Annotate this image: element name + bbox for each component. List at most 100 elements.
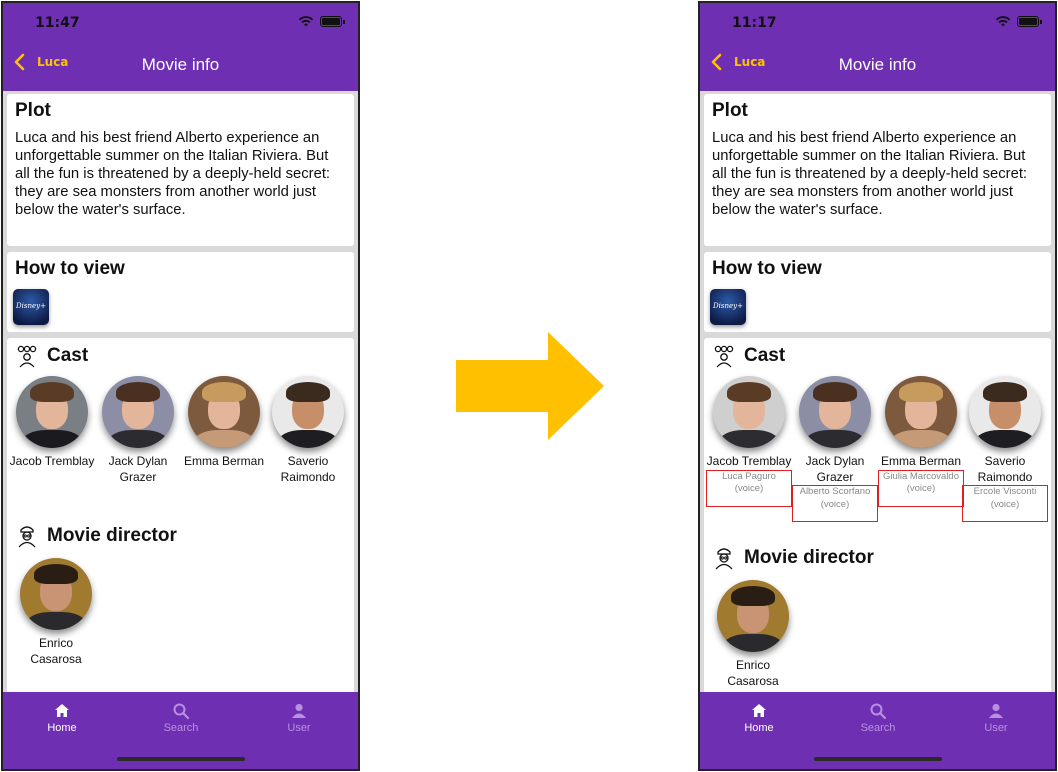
cast-role: Alberto Scorfano (voice) [792,485,878,522]
search-icon [173,703,190,720]
director-header: Movie director [15,524,177,548]
tab-home-label: Home [744,722,774,734]
cast-heading: Cast [744,345,786,366]
search-icon [870,703,887,720]
avatar [188,376,260,448]
cast-heading: Cast [47,345,89,366]
status-time: 11:47 [35,15,80,31]
plot-card: Plot Luca and his best friend Alberto ex… [704,94,1051,246]
tab-search[interactable]: Search [838,702,918,734]
cast-name: Jacob Tremblay [9,454,95,468]
avatar [969,376,1041,448]
how-to-view-heading: How to view [712,258,822,279]
plot-heading: Plot [15,100,51,121]
disney-plus-logo[interactable]: Disney+ [710,289,746,325]
cast-member[interactable]: Saverio Raimondo Ercole Visconti (voice) [962,376,1048,522]
cast-member[interactable]: Jack Dylan Grazer [95,376,181,485]
cast-member[interactable]: Jack Dylan Grazer Alberto Scorfano (voic… [792,376,878,522]
disney-plus-label: Disney+ [713,302,743,310]
cast-member[interactable]: Jacob Tremblay Luca Paguro (voice) [706,376,792,507]
plot-text: Luca and his best friend Alberto experie… [15,130,331,218]
header-bar: 11:47 Luca Movie info [3,3,358,91]
director-member[interactable]: Enrico Casarosa [710,580,796,689]
plot-heading: Plot [712,100,748,121]
director-name: Enrico Casarosa [727,658,779,688]
people-icon [17,345,37,368]
wifi-icon [298,16,314,27]
tab-user-label: User [984,722,1008,734]
tab-bar: Home Search User [3,692,358,769]
plot-text: Luca and his best friend Alberto experie… [712,130,1028,218]
phone-after: 11:17 Luca Movie info Plot Luca and his … [698,1,1057,771]
disney-plus-logo[interactable]: Disney+ [13,289,49,325]
cast-name: Emma Berman [183,454,265,468]
status-time: 11:17 [732,15,777,31]
content-scroll[interactable]: Plot Luca and his best friend Alberto ex… [3,91,358,708]
arrow-right-icon [456,332,604,440]
avatar [885,376,957,448]
home-icon [55,704,69,717]
battery-icon [320,15,345,27]
avatar [713,376,785,448]
tab-search-label: Search [860,722,896,734]
home-indicator [814,757,942,761]
cast-name: Jacob Tremblay [706,454,792,468]
user-icon [292,703,306,718]
cast-member[interactable]: Jacob Tremblay [9,376,95,470]
cast-role: Ercole Visconti (voice) [962,485,1048,522]
tab-home[interactable]: Home [719,702,799,734]
tab-user-label: User [287,722,311,734]
tab-bar: Home Search User [700,692,1055,769]
tab-user[interactable]: User [956,702,1036,734]
header-bar: 11:17 Luca Movie info [700,3,1055,91]
how-to-view-card: How to view Disney+ [7,252,354,332]
cast-card: Cast Jacob Tremblay Jack Dylan Grazer Em… [7,338,354,708]
user-icon [989,703,1003,718]
cast-name: Saverio Raimondo [977,454,1033,484]
cast-header: Cast [15,344,346,368]
cast-header: Cast [712,344,1043,368]
home-icon [752,704,766,717]
cast-member[interactable]: Saverio Raimondo [265,376,351,485]
director-icon [18,526,36,548]
avatar [799,376,871,448]
avatar [272,376,344,448]
how-to-view-card: How to view Disney+ [704,252,1051,332]
cast-card: Cast Jacob Tremblay Luca Paguro (voice) … [704,338,1051,708]
director-icon [715,548,733,570]
how-to-view-heading: How to view [15,258,125,279]
disney-plus-label: Disney+ [16,302,46,310]
cast-name: Jack Dylan Grazer [805,454,865,484]
page-title: Movie info [141,55,220,74]
cast-name: Saverio Raimondo [280,454,336,484]
director-name: Enrico Casarosa [30,636,82,666]
tab-home[interactable]: Home [22,702,102,734]
cast-member[interactable]: Emma Berman [181,376,267,470]
status-icons [995,15,1042,27]
director-heading: Movie director [47,525,177,546]
people-icon [714,345,734,368]
content-scroll[interactable]: Plot Luca and his best friend Alberto ex… [700,91,1055,708]
plot-card: Plot Luca and his best friend Alberto ex… [7,94,354,246]
battery-icon [1017,15,1042,27]
avatar [16,376,88,448]
director-heading: Movie director [744,547,874,568]
tab-user[interactable]: User [259,702,339,734]
tab-search-label: Search [163,722,199,734]
wifi-icon [995,16,1011,27]
tab-search[interactable]: Search [141,702,221,734]
cast-name: Jack Dylan Grazer [108,454,168,484]
phone-before: 11:47 Luca Movie info Plot Luca and his … [1,1,360,771]
avatar [717,580,789,652]
home-indicator [117,757,245,761]
avatar [20,558,92,630]
avatar [102,376,174,448]
cast-member[interactable]: Emma Berman Giulia Marcovaldo (voice) [878,376,964,507]
status-icons [298,15,345,27]
director-header: Movie director [712,546,874,570]
cast-name: Emma Berman [880,454,962,468]
director-member[interactable]: Enrico Casarosa [13,558,99,667]
cast-role: Giulia Marcovaldo (voice) [878,469,964,507]
cast-role: Luca Paguro (voice) [706,469,792,507]
tab-home-label: Home [47,722,77,734]
